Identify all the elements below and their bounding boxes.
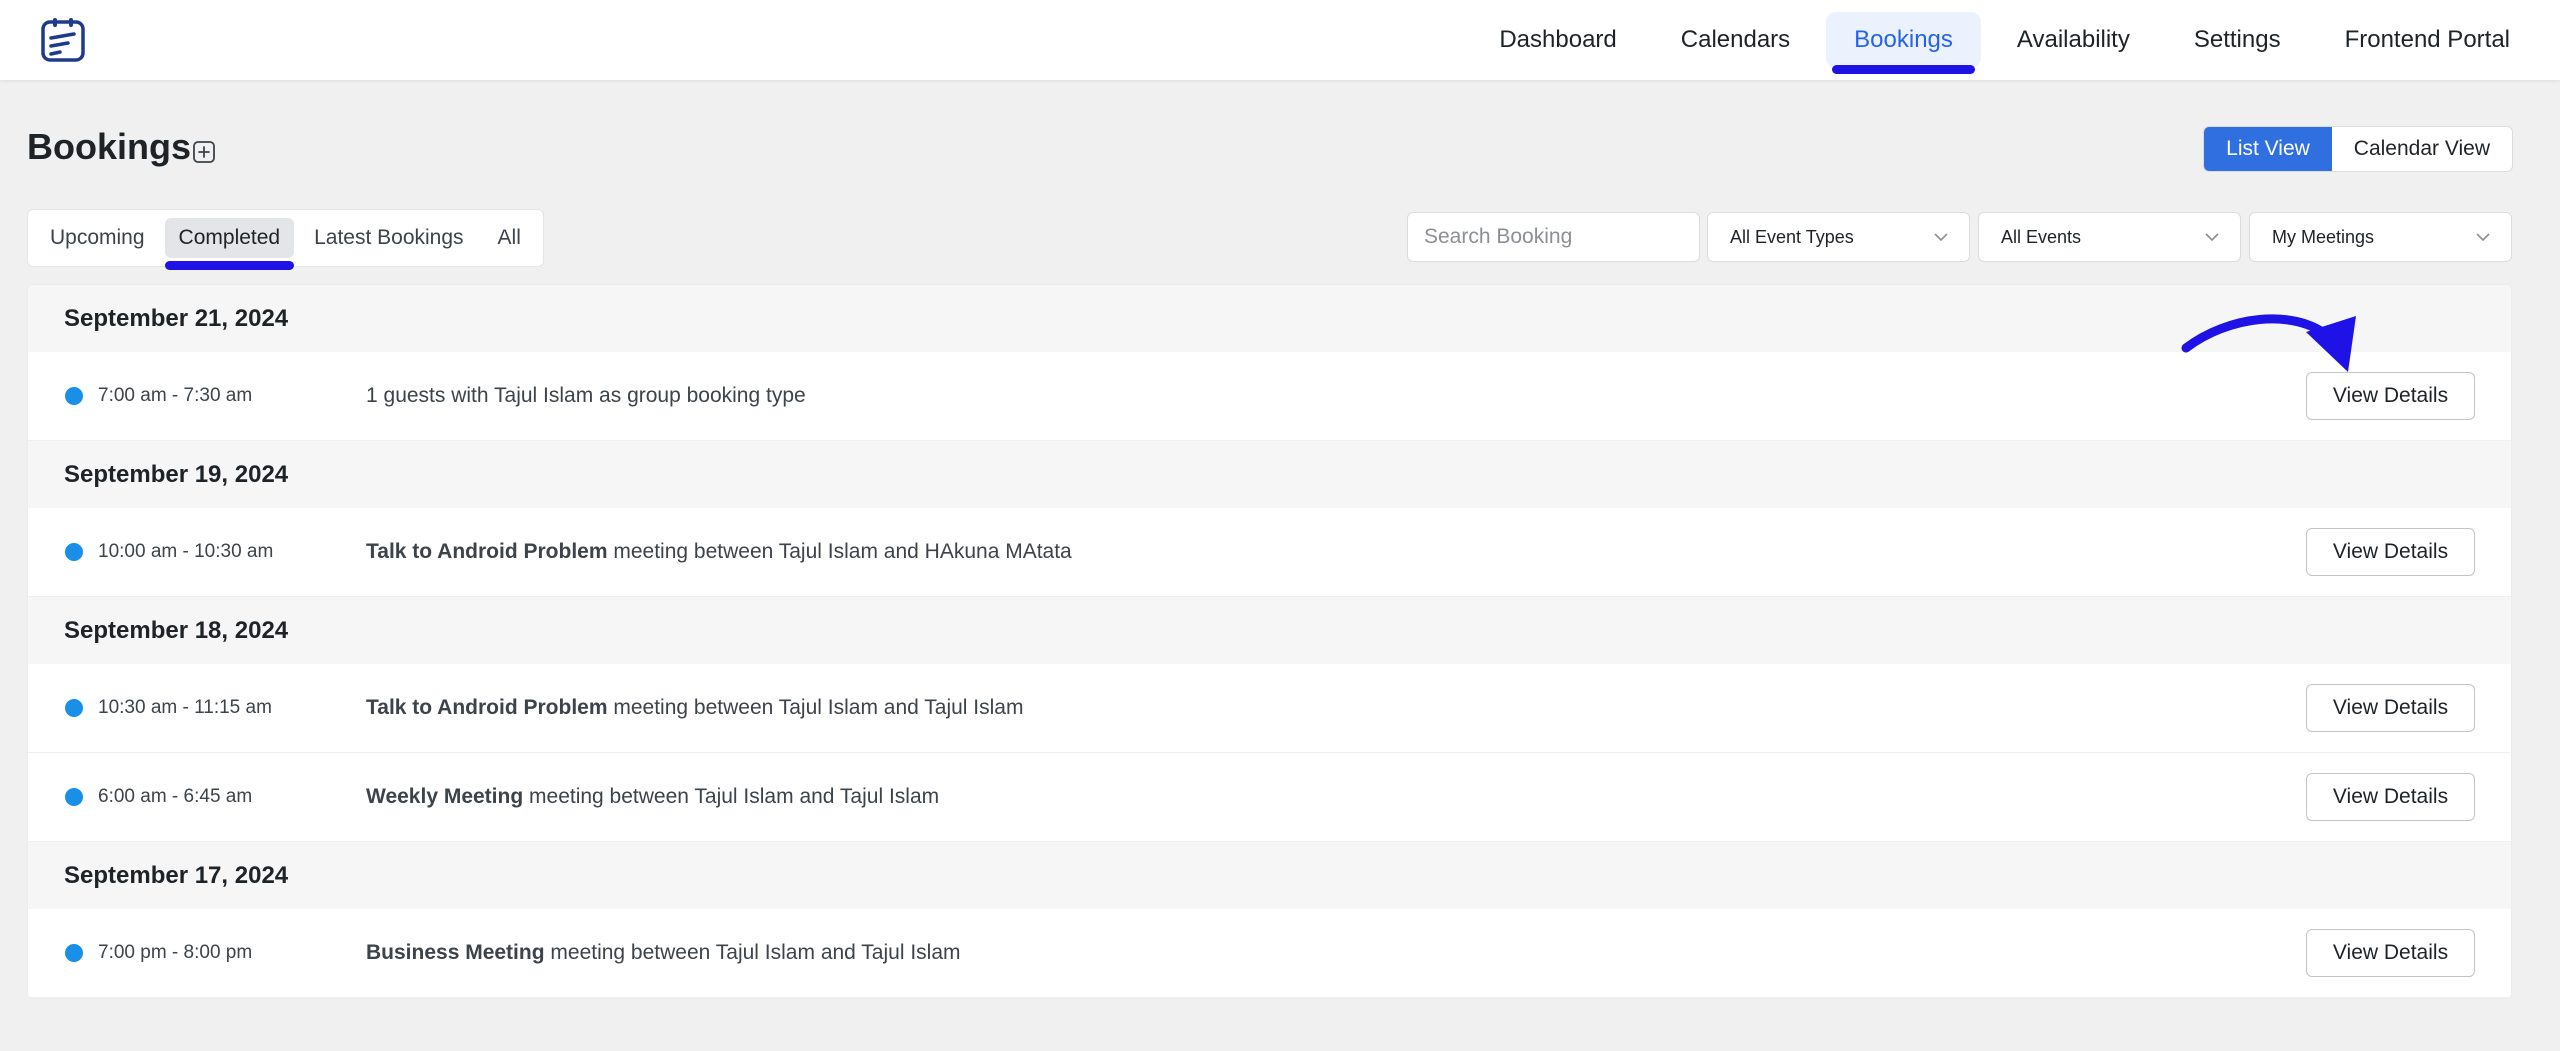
date-header: September 19, 2024 (28, 441, 2511, 508)
booking-row: 6:00 am - 6:45 am Weekly Meeting meeting… (28, 753, 2511, 842)
nav-availability[interactable]: Availability (1989, 12, 2158, 68)
booking-status-tabs: Upcoming Completed Latest Bookings All (27, 209, 544, 270)
add-booking-icon[interactable] (192, 140, 216, 164)
tab-completed-label: Completed (178, 226, 281, 249)
status-dot (65, 788, 83, 806)
tab-latest-bookings[interactable]: Latest Bookings (300, 218, 477, 258)
event-types-value: All Event Types (1730, 226, 1854, 247)
app-logo-icon[interactable] (38, 16, 88, 66)
events-value: All Events (2001, 226, 2082, 247)
date-header: September 18, 2024 (28, 597, 2511, 664)
booking-row: 7:00 pm - 8:00 pm Business Meeting meeti… (28, 909, 2511, 998)
nav-bookings-label: Bookings (1854, 26, 1953, 53)
chevron-down-icon (2205, 233, 2219, 242)
booking-text: meeting between Tajul Islam and Tajul Is… (550, 941, 961, 964)
booking-time: 10:30 am - 11:15 am (98, 697, 272, 718)
calendar-view-button[interactable]: Calendar View (2332, 127, 2512, 171)
booking-text: meeting between Tajul Islam and HAkuna M… (613, 540, 1072, 563)
booking-title: Weekly Meeting (366, 785, 524, 808)
booking-text: 1 guests with Tajul Islam as group booki… (366, 384, 806, 407)
active-underline (1832, 65, 1975, 74)
nav-bookings[interactable]: Bookings (1826, 12, 1981, 74)
nav-frontend-portal[interactable]: Frontend Portal (2317, 12, 2538, 68)
main-nav: Dashboard Calendars Bookings Availabilit… (1471, 0, 2538, 80)
booking-row: 10:00 am - 10:30 am Talk to Android Prob… (28, 508, 2511, 597)
search-booking (1407, 212, 1700, 262)
chevron-down-icon (2476, 233, 2490, 242)
date-header: September 21, 2024 (28, 285, 2511, 352)
events-select[interactable]: All Events (1978, 212, 2241, 262)
booking-time: 6:00 am - 6:45 am (98, 786, 253, 807)
booking-title: Talk to Android Problem (366, 696, 608, 719)
booking-time: 7:00 am - 7:30 am (98, 385, 253, 406)
booking-description: Talk to Android Problem meeting between … (366, 540, 1072, 564)
search-input[interactable] (1408, 213, 1699, 261)
annotation-arrow-icon (2181, 314, 2356, 372)
tab-completed[interactable]: Completed (164, 218, 295, 270)
booking-description: Weekly Meeting meeting between Tajul Isl… (366, 785, 939, 809)
booking-text: meeting between Tajul Islam and Tajul Is… (529, 785, 940, 808)
view-details-button[interactable]: View Details (2306, 528, 2475, 576)
booking-description: Talk to Android Problem meeting between … (366, 696, 1023, 720)
booking-description: Business Meeting meeting between Tajul I… (366, 941, 961, 965)
booking-text: meeting between Tajul Islam and Tajul Is… (613, 696, 1024, 719)
booking-time: 7:00 pm - 8:00 pm (98, 942, 253, 963)
tab-all[interactable]: All (484, 218, 535, 258)
booking-title: Talk to Android Problem (366, 540, 608, 563)
view-details-button[interactable]: View Details (2306, 684, 2475, 732)
event-types-select[interactable]: All Event Types (1707, 212, 1970, 262)
booking-row: 7:00 am - 7:30 am 1 guests with Tajul Is… (28, 352, 2511, 441)
nav-calendars[interactable]: Calendars (1653, 12, 1818, 68)
view-toggle: List View Calendar View (2203, 126, 2513, 172)
nav-dashboard[interactable]: Dashboard (1471, 12, 1644, 68)
date-header: September 17, 2024 (28, 842, 2511, 909)
booking-title: Business Meeting (366, 941, 545, 964)
meetings-value: My Meetings (2272, 226, 2375, 247)
top-navigation-bar: Dashboard Calendars Bookings Availabilit… (0, 0, 2560, 80)
bookings-list: September 21, 2024 7:00 am - 7:30 am 1 g… (27, 284, 2512, 999)
status-dot (65, 543, 83, 561)
chevron-down-icon (1934, 233, 1948, 242)
view-details-button[interactable]: View Details (2306, 929, 2475, 977)
active-tab-underline (164, 261, 295, 270)
status-dot (65, 387, 83, 405)
page-title: Bookings (27, 126, 192, 167)
status-dot (65, 944, 83, 962)
list-view-button[interactable]: List View (2204, 127, 2332, 171)
nav-settings[interactable]: Settings (2166, 12, 2309, 68)
tab-upcoming[interactable]: Upcoming (36, 218, 159, 258)
booking-row: 10:30 am - 11:15 am Talk to Android Prob… (28, 664, 2511, 753)
booking-time: 10:00 am - 10:30 am (98, 541, 274, 562)
view-details-button[interactable]: View Details (2306, 773, 2475, 821)
meetings-select[interactable]: My Meetings (2249, 212, 2512, 262)
booking-description: 1 guests with Tajul Islam as group booki… (366, 384, 806, 408)
status-dot (65, 699, 83, 717)
